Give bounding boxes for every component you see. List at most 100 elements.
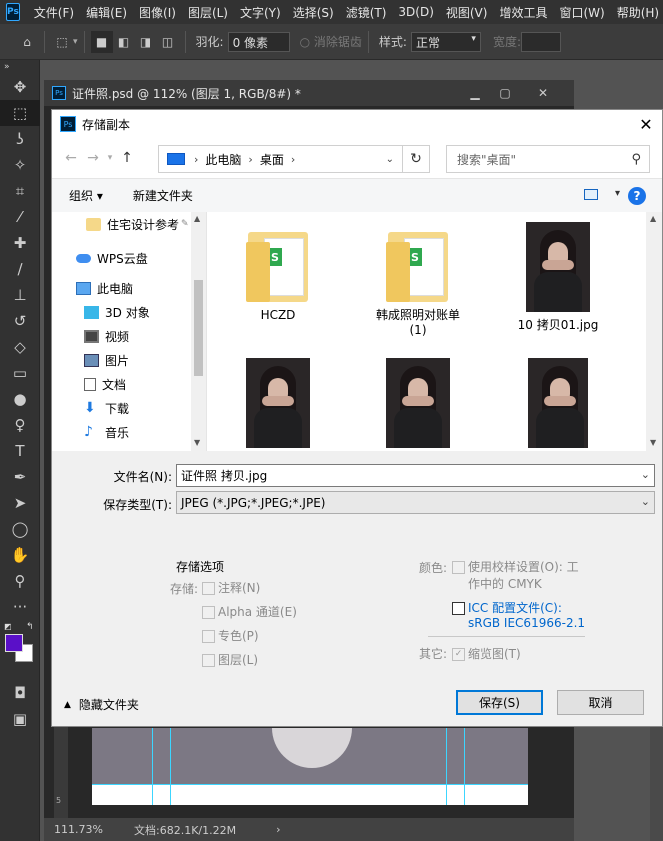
new-folder-button[interactable]: 新建文件夹 — [133, 187, 193, 204]
menu-plugins[interactable]: 增效工具 — [493, 4, 553, 21]
eyedropper-tool-icon[interactable]: ⁄ — [0, 204, 40, 230]
minimize-icon[interactable]: ▁ — [460, 83, 490, 103]
chevron-right-icon[interactable]: › — [248, 153, 252, 166]
checkbox[interactable] — [452, 602, 465, 615]
add-selection-icon[interactable]: ◧ — [113, 31, 135, 53]
breadcrumb-this-pc[interactable]: 此电脑 — [205, 151, 241, 168]
search-box[interactable]: 搜索"桌面" ⚲ — [446, 145, 650, 173]
cancel-button[interactable]: 取消 — [557, 690, 644, 715]
checkbox-checked[interactable]: ✓ — [452, 648, 465, 661]
sidebar-item-videos[interactable]: 视频 — [52, 324, 206, 348]
width-input[interactable] — [520, 31, 561, 52]
default-colors-icon[interactable]: ◩ — [4, 622, 12, 631]
path-selection-tool-icon[interactable]: ➤ — [0, 490, 40, 516]
refresh-icon[interactable]: ↻ — [402, 145, 430, 173]
crop-tool-icon[interactable]: ⌗ — [0, 178, 40, 204]
filetype-select[interactable]: JPEG (*.JPG;*.JPEG;*.JPE) ⌄ — [176, 491, 655, 514]
style-select[interactable]: 正常 ▾ — [410, 31, 481, 52]
healing-brush-tool-icon[interactable]: ✚ — [0, 230, 40, 256]
close-icon[interactable]: ✕ — [636, 114, 656, 134]
dialog-title-bar[interactable]: Ps 存储副本 ✕ — [52, 110, 662, 138]
menu-layer[interactable]: 图层(L) — [182, 4, 234, 21]
list-item[interactable]: S 韩成照明对账单 (1) — [358, 222, 478, 338]
hand-tool-icon[interactable]: ✋ — [0, 542, 40, 568]
history-brush-tool-icon[interactable]: ↺ — [0, 308, 40, 334]
move-tool-icon[interactable]: ✥ — [0, 74, 40, 100]
view-options-icon[interactable] — [584, 189, 598, 200]
checkbox[interactable] — [202, 582, 215, 595]
menu-file[interactable]: 文件(F) — [28, 4, 80, 21]
sidebar-item-this-pc[interactable]: 此电脑 — [52, 276, 206, 300]
save-button[interactable]: 保存(S) — [456, 690, 543, 715]
home-icon[interactable]: ⌂ — [16, 31, 38, 53]
sidebar-item-downloads[interactable]: ⬇ 下载 — [52, 396, 206, 420]
menu-view[interactable]: 视图(V) — [440, 4, 494, 21]
chevron-up-icon[interactable]: ▲ — [650, 214, 656, 223]
sidebar-item-music[interactable]: ♪ 音乐 — [52, 420, 206, 444]
screen-mode-icon[interactable]: ▣ — [0, 706, 40, 732]
use-proof-setup-checkbox[interactable]: 使用校样设置(O): 工 — [452, 558, 579, 575]
sidebar-item-3d-objects[interactable]: 3D 对象 — [52, 300, 206, 324]
search-input[interactable]: 搜索"桌面" — [457, 151, 631, 168]
more-tools-icon[interactable]: ··· — [0, 594, 40, 620]
menu-3d[interactable]: 3D(D) — [392, 5, 439, 19]
recent-locations-icon[interactable]: ▾ — [104, 147, 116, 169]
intersect-selection-icon[interactable]: ◫ — [157, 31, 179, 53]
menu-filter[interactable]: 滤镜(T) — [340, 4, 393, 21]
close-icon[interactable]: ✕ — [528, 83, 558, 103]
chevron-up-icon[interactable]: ▲ — [194, 214, 200, 223]
chevron-down-icon[interactable]: ▾ — [615, 188, 620, 199]
marquee-tool-icon[interactable]: ⬚ — [51, 31, 73, 53]
maximize-icon[interactable]: ▢ — [490, 83, 520, 103]
chevron-down-icon[interactable]: ▾ — [73, 37, 78, 47]
checkbox[interactable] — [202, 630, 215, 643]
chevron-down-icon[interactable]: ▼ — [650, 438, 656, 447]
subtract-selection-icon[interactable]: ◨ — [135, 31, 157, 53]
list-item[interactable]: S HCZD — [218, 222, 338, 323]
chevron-down-icon[interactable]: ⌄ — [641, 468, 650, 481]
icc-profile-checkbox[interactable]: ICC 配置文件(C): — [452, 599, 562, 616]
canvas[interactable] — [92, 728, 528, 805]
menu-type[interactable]: 文字(Y) — [234, 4, 287, 21]
chevron-down-icon[interactable]: ⌄ — [641, 495, 650, 508]
alpha-channels-checkbox[interactable]: Alpha 通道(E) — [202, 603, 297, 620]
zoom-level[interactable]: 111.73% — [54, 823, 134, 836]
sidebar-item-pictures[interactable]: 图片 — [52, 348, 206, 372]
layers-checkbox[interactable]: 图层(L) — [202, 651, 258, 668]
quick-mask-icon[interactable]: ◘ — [0, 680, 40, 706]
type-tool-icon[interactable]: T — [0, 438, 40, 464]
eraser-tool-icon[interactable]: ◇ — [0, 334, 40, 360]
dodge-tool-icon[interactable]: ♀ — [0, 412, 40, 438]
lasso-tool-icon[interactable]: ʖ — [0, 126, 40, 152]
chevron-right-icon[interactable]: › — [194, 153, 198, 166]
antialias-checkbox[interactable]: ○ 消除锯齿 — [300, 33, 362, 50]
swap-colors-icon[interactable]: ↰ — [26, 622, 34, 632]
checkbox[interactable] — [452, 561, 465, 574]
zoom-tool-icon[interactable]: ⚲ — [0, 568, 40, 594]
list-item[interactable] — [498, 358, 618, 451]
pin-icon[interactable]: ✎ — [181, 219, 189, 229]
breadcrumb-desktop[interactable]: 桌面 — [260, 151, 284, 168]
color-swatches[interactable]: ◩ ↰ — [0, 620, 40, 680]
ellipse-tool-icon[interactable]: ◯ — [0, 516, 40, 542]
address-bar[interactable]: › 此电脑 › 桌面 › ⌄ — [158, 145, 403, 173]
thumbnail-checkbox[interactable]: ✓ 缩览图(T) — [452, 645, 521, 662]
list-item[interactable]: 10 拷贝01.jpg — [498, 222, 618, 333]
file-list-scrollbar[interactable]: ▲ ▼ — [646, 212, 662, 451]
menu-select[interactable]: 选择(S) — [287, 4, 340, 21]
menu-window[interactable]: 窗口(W) — [553, 4, 610, 21]
filename-input[interactable]: 证件照 拷贝.jpg ⌄ — [176, 464, 655, 487]
checkbox[interactable] — [202, 606, 215, 619]
list-item[interactable] — [358, 358, 478, 451]
spot-colors-checkbox[interactable]: 专色(P) — [202, 627, 259, 644]
back-arrow-icon[interactable]: ← — [60, 147, 82, 169]
organize-button[interactable]: 组织 ▾ — [69, 187, 103, 204]
menu-edit[interactable]: 编辑(E) — [80, 4, 133, 21]
sidebar-item-wps-cloud[interactable]: WPS云盘 — [52, 246, 206, 270]
annotations-checkbox[interactable]: 注释(N) — [202, 579, 260, 596]
blur-tool-icon[interactable]: ● — [0, 386, 40, 412]
menu-image[interactable]: 图像(I) — [133, 4, 182, 21]
checkbox[interactable] — [202, 654, 215, 667]
menu-help[interactable]: 帮助(H) — [611, 4, 663, 21]
marquee-tool-icon[interactable]: ⬚ — [0, 100, 40, 126]
